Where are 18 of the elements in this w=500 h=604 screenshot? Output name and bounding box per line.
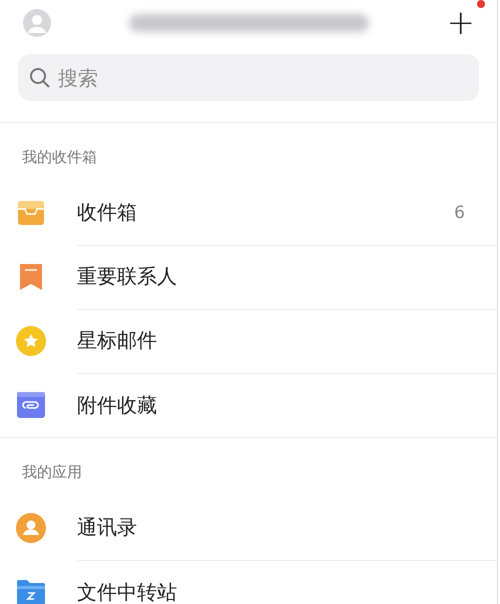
menu-item[interactable]: 重要联系人 [77, 263, 465, 290]
menu-item[interactable]: 附件收藏 [77, 392, 465, 418]
menu-item[interactable]: 星标邮件 [77, 327, 465, 354]
add-button[interactable]: + [446, 6, 475, 40]
unread-count: 6 [454, 202, 465, 222]
section-title: 我的收件箱 [22, 148, 97, 166]
menu-item[interactable]: 文件中转站 [77, 578, 465, 604]
search-field[interactable]: 搜索 [18, 54, 479, 101]
avatar-icon[interactable] [22, 8, 52, 38]
section-title: 我的应用 [22, 463, 82, 481]
menu-item[interactable]: 通讯录 [77, 514, 465, 541]
menu-item[interactable]: 收件箱 [77, 199, 454, 226]
folder-icon [17, 579, 45, 604]
bookmark-icon [19, 263, 43, 291]
paperclip-icon [17, 392, 45, 418]
inbox-tray-icon [17, 199, 45, 227]
person-icon [16, 513, 46, 543]
search-icon [29, 67, 51, 89]
